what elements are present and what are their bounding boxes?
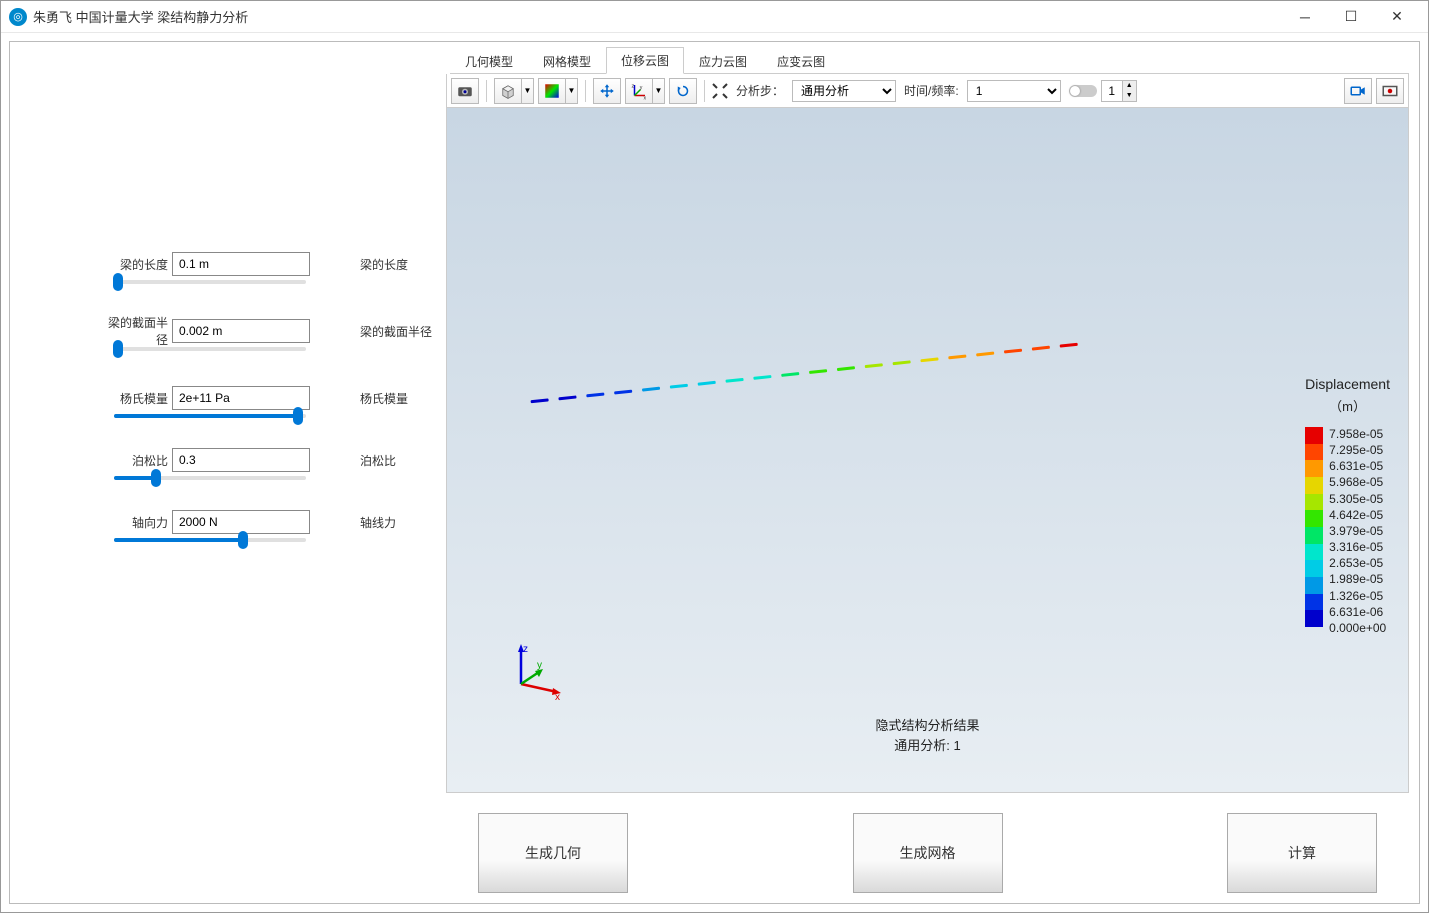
- contour-icon[interactable]: [538, 78, 566, 104]
- viewer-panel: 几何模型网格模型位移云图应力云图应变云图 ▼: [440, 42, 1419, 903]
- legend-value: 7.295e-05: [1329, 443, 1386, 457]
- svg-text:z: z: [523, 644, 528, 655]
- legend-value: 3.979e-05: [1329, 524, 1386, 538]
- param-label2: 轴线力: [360, 514, 396, 531]
- analysis-step-label: 分析步：: [736, 82, 784, 99]
- contour-dropdown[interactable]: ▼: [566, 78, 578, 104]
- param-slider-1[interactable]: [114, 347, 306, 351]
- axes-icon[interactable]: z xy: [625, 78, 653, 104]
- legend-value: 3.316e-05: [1329, 540, 1386, 554]
- camera-icon[interactable]: [451, 78, 479, 104]
- axes-dropdown[interactable]: ▼: [653, 78, 665, 104]
- close-button[interactable]: ✕: [1374, 1, 1420, 33]
- app-icon: ◎: [9, 8, 27, 26]
- param-label2: 梁的长度: [360, 256, 408, 273]
- param-label: 泊松比: [106, 452, 168, 469]
- cube-view-dropdown[interactable]: ▼: [522, 78, 534, 104]
- legend-value: 6.631e-05: [1329, 459, 1386, 473]
- param-input-3[interactable]: [172, 448, 310, 472]
- analysis-step-select[interactable]: 通用分析: [792, 80, 896, 102]
- titlebar: ◎ 朱勇飞 中国计量大学 梁结构静力分析 ─ ☐ ✕: [1, 1, 1428, 33]
- legend-value: 6.631e-06: [1329, 605, 1386, 619]
- tab-0[interactable]: 几何模型: [450, 47, 528, 74]
- beam-visualization: [528, 317, 1090, 425]
- param-input-0[interactable]: [172, 252, 310, 276]
- color-legend: Displacement （m） 7.958e-057.295e-056.631…: [1305, 376, 1390, 635]
- param-row-1: 梁的截面半径 梁的截面半径: [10, 314, 440, 348]
- toggle-switch[interactable]: [1069, 85, 1097, 97]
- param-label: 梁的长度: [106, 256, 168, 273]
- window-title: 朱勇飞 中国计量大学 梁结构静力分析: [33, 7, 1282, 26]
- legend-value: 5.305e-05: [1329, 492, 1386, 506]
- legend-value: 1.326e-05: [1329, 589, 1386, 603]
- viewer-toolbar: ▼ ▼ z xy: [446, 74, 1409, 108]
- legend-value: 7.958e-05: [1329, 427, 1386, 441]
- legend-value: 5.968e-05: [1329, 475, 1386, 489]
- param-label2: 泊松比: [360, 452, 396, 469]
- cube-view-icon[interactable]: [494, 78, 522, 104]
- param-slider-0[interactable]: [114, 280, 306, 284]
- compute-button[interactable]: 计算: [1227, 813, 1377, 893]
- result-caption: 隐式结构分析结果 通用分析: 1: [875, 716, 979, 756]
- legend-value: 2.653e-05: [1329, 556, 1386, 570]
- 3d-viewer[interactable]: z x y 隐式结构分析结果 通用分析: 1: [446, 108, 1409, 793]
- frame-spinner[interactable]: ▲▼: [1101, 80, 1137, 102]
- screenshot-icon[interactable]: [1376, 78, 1404, 104]
- param-input-1[interactable]: [172, 319, 310, 343]
- param-row-4: 轴向力 轴线力: [10, 510, 440, 534]
- time-freq-select[interactable]: 1: [967, 80, 1061, 102]
- tab-4[interactable]: 应变云图: [762, 47, 840, 74]
- svg-text:x: x: [555, 692, 560, 702]
- svg-text:y: y: [640, 84, 643, 90]
- svg-text:x: x: [644, 95, 647, 100]
- minimize-button[interactable]: ─: [1282, 1, 1328, 33]
- param-slider-2[interactable]: [114, 414, 306, 418]
- legend-value: 0.000e+00: [1329, 621, 1386, 635]
- tab-1[interactable]: 网格模型: [528, 47, 606, 74]
- param-label2: 梁的截面半径: [360, 323, 432, 340]
- tab-3[interactable]: 应力云图: [684, 47, 762, 74]
- legend-value: 1.989e-05: [1329, 572, 1386, 586]
- app-window: ◎ 朱勇飞 中国计量大学 梁结构静力分析 ─ ☐ ✕ 梁的长度 梁的长度 梁的截…: [0, 0, 1429, 913]
- tab-2[interactable]: 位移云图: [606, 47, 684, 74]
- param-label2: 杨氏模量: [360, 390, 408, 407]
- param-row-2: 杨氏模量 杨氏模量: [10, 386, 440, 410]
- tabs: 几何模型网格模型位移云图应力云图应变云图: [450, 46, 1409, 74]
- coordinate-triad: z x y: [503, 642, 563, 702]
- maximize-button[interactable]: ☐: [1328, 1, 1374, 33]
- param-label: 轴向力: [106, 514, 168, 531]
- rotate-icon[interactable]: [669, 78, 697, 104]
- expand-icon: [712, 83, 728, 99]
- param-label: 杨氏模量: [106, 390, 168, 407]
- param-input-2[interactable]: [172, 386, 310, 410]
- video-icon[interactable]: [1344, 78, 1372, 104]
- svg-text:y: y: [537, 660, 542, 671]
- param-row-0: 梁的长度 梁的长度: [10, 252, 440, 276]
- generate-mesh-button[interactable]: 生成网格: [853, 813, 1003, 893]
- param-slider-4[interactable]: [114, 538, 306, 542]
- param-slider-3[interactable]: [114, 476, 306, 480]
- generate-geometry-button[interactable]: 生成几何: [478, 813, 628, 893]
- pan-icon[interactable]: [593, 78, 621, 104]
- svg-text:z: z: [632, 83, 635, 89]
- parameters-panel: 梁的长度 梁的长度 梁的截面半径 梁的截面半径 杨氏模量: [10, 42, 440, 903]
- legend-value: 4.642e-05: [1329, 508, 1386, 522]
- time-freq-label: 时间/频率:: [904, 82, 959, 99]
- param-row-3: 泊松比 泊松比: [10, 448, 440, 472]
